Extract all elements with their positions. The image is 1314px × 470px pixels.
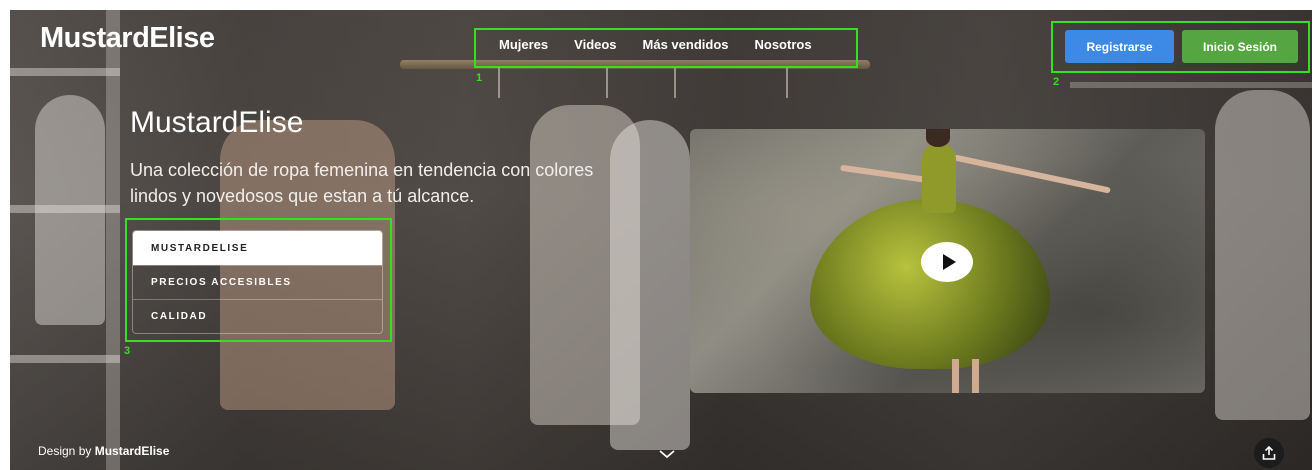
highlight-label-1: 1 (476, 72, 483, 84)
wardrobe-shelf (10, 68, 120, 76)
highlight-label-3: 3 (124, 345, 131, 357)
share-button[interactable] (1254, 438, 1284, 468)
highlight-box-nav (474, 28, 858, 68)
design-credit: Design by MustardElise (38, 444, 169, 458)
garment (610, 120, 690, 450)
chevron-down-icon[interactable] (658, 445, 676, 463)
model-bodice (922, 143, 956, 213)
model-leg (972, 359, 979, 393)
play-icon (942, 254, 956, 270)
wardrobe-pillar (106, 10, 120, 470)
highlight-box-auth (1051, 21, 1310, 73)
hanger (606, 68, 608, 98)
model-head (926, 129, 950, 147)
hanger (498, 68, 500, 98)
garment (1215, 90, 1310, 420)
garment (35, 95, 105, 325)
hero-description: Una colección de ropa femenina en tenden… (130, 160, 594, 206)
site-logo[interactable]: MustardElise (40, 22, 215, 55)
credit-prefix: Design by (38, 444, 95, 458)
hanger (786, 68, 788, 98)
hero-title: MustardElise (130, 106, 304, 139)
share-icon (1262, 445, 1276, 460)
play-button[interactable] (921, 242, 973, 282)
highlight-box-tabs (125, 218, 392, 342)
wardrobe-shelf (10, 355, 120, 363)
hanger (674, 68, 676, 98)
model-leg (952, 359, 959, 393)
highlight-label-2: 2 (1053, 76, 1060, 88)
video-thumbnail[interactable] (690, 129, 1205, 393)
credit-link[interactable]: MustardElise (95, 444, 170, 458)
wardrobe-shelf (1070, 82, 1312, 88)
